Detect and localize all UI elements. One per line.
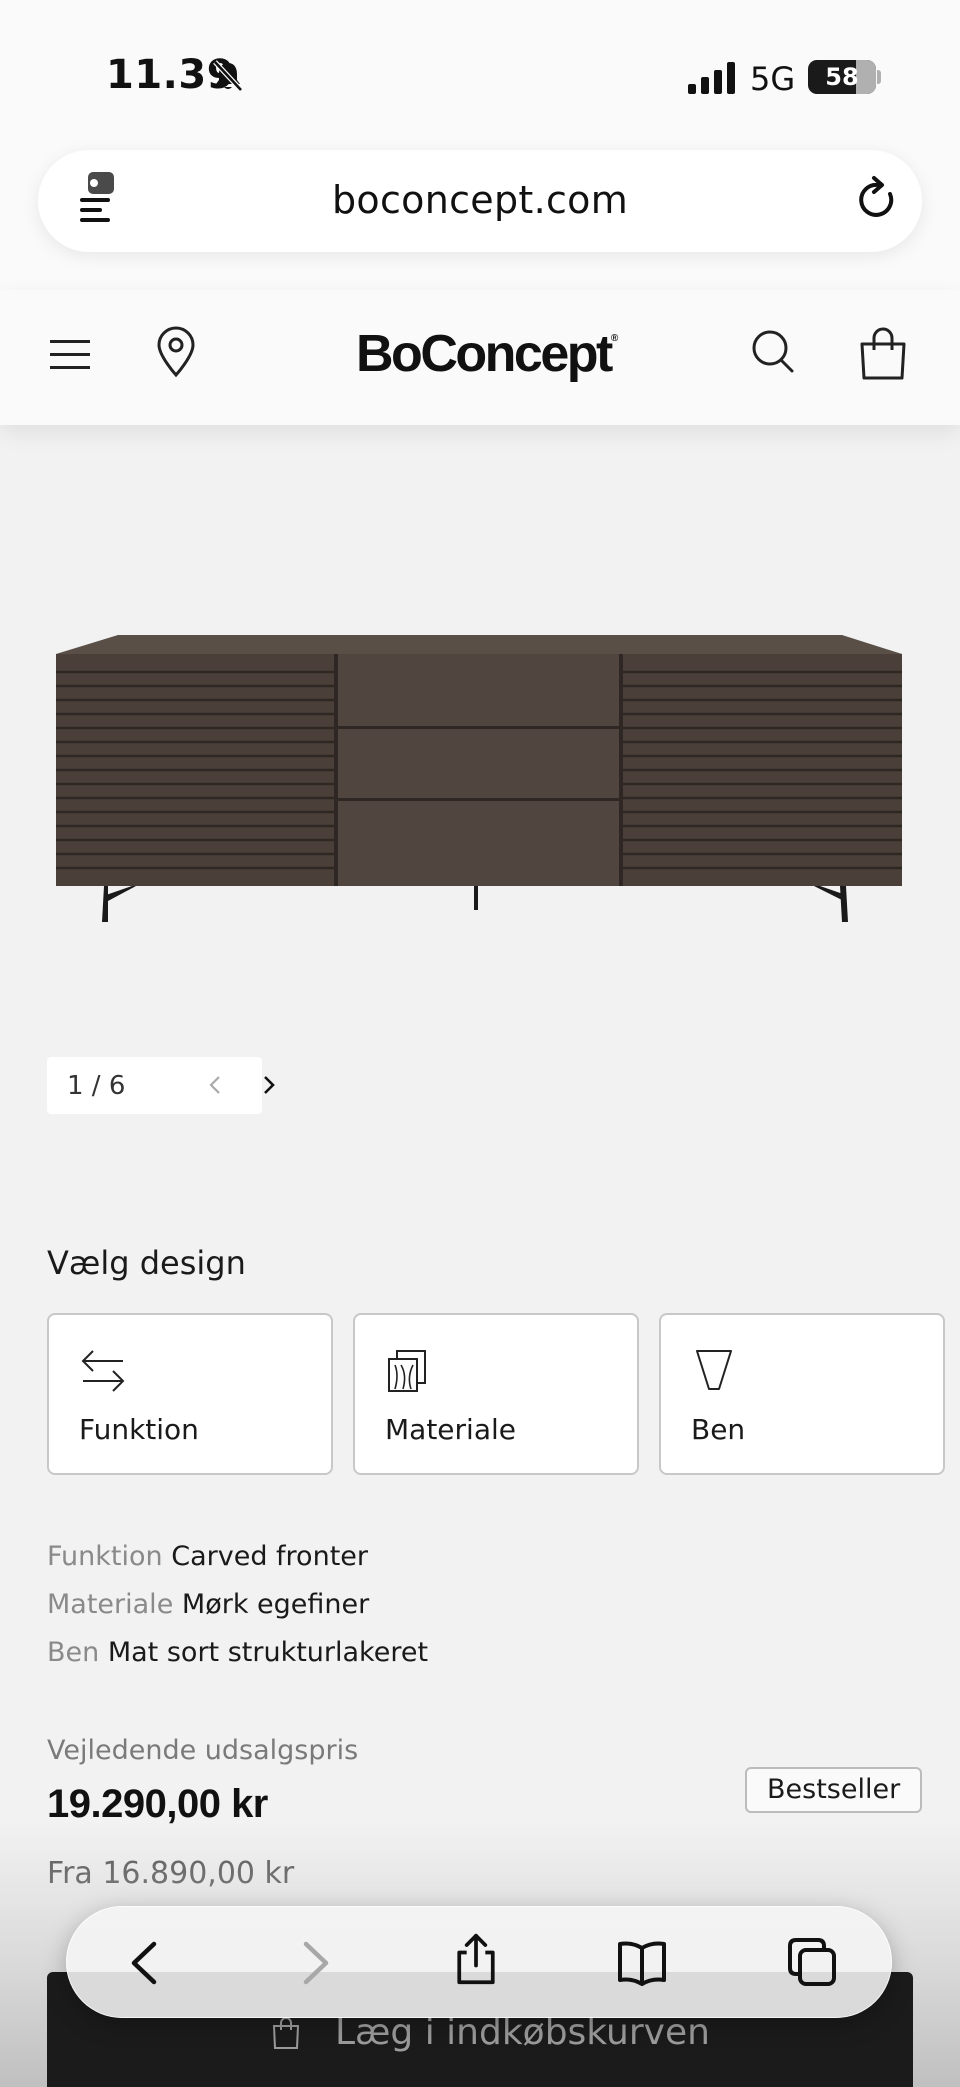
status-bar: 11.39 5G 58: [0, 0, 960, 150]
tabs-icon[interactable]: [786, 1936, 838, 1990]
chevron-left-icon[interactable]: [203, 1071, 227, 1099]
reload-icon[interactable]: [852, 174, 902, 224]
chevron-right-icon[interactable]: [257, 1071, 281, 1099]
spec-key: Materiale: [47, 1589, 174, 1620]
spec-row-funktion: Funktion Carved fronter: [47, 1533, 428, 1581]
browser-address-area: boconcept.com: [0, 150, 960, 290]
product-image-sideboard[interactable]: [56, 620, 904, 930]
boconcept-logo[interactable]: BoConcept®: [356, 324, 618, 384]
spec-value: Carved fronter: [171, 1541, 368, 1572]
store-locator-pin-icon[interactable]: [154, 326, 198, 378]
spec-value: Mat sort strukturlakeret: [107, 1637, 429, 1668]
forward-icon[interactable]: [288, 1936, 340, 1990]
design-option-funktion[interactable]: Funktion: [47, 1313, 333, 1475]
spec-value: Mørk egefiner: [181, 1589, 370, 1620]
search-icon[interactable]: [748, 326, 802, 380]
material-swatch-icon: [388, 1350, 426, 1392]
design-option-ben[interactable]: Ben: [659, 1313, 945, 1475]
selected-specs: Funktion Carved fronter Materiale Mørk e…: [47, 1533, 428, 1677]
hamburger-menu-icon[interactable]: [48, 332, 94, 378]
add-to-cart-label: Læg i indkøbskurven: [335, 2012, 710, 2053]
site-header: BoConcept®: [0, 290, 960, 425]
spec-key: Ben: [47, 1637, 100, 1668]
logo-registered-mark: ®: [610, 333, 619, 344]
gallery-pager: 1 / 6: [47, 1057, 275, 1114]
battery-tip: [877, 70, 881, 84]
url-text[interactable]: boconcept.com: [38, 178, 922, 222]
design-option-label: Materiale: [385, 1413, 516, 1446]
signal-icon: [688, 62, 735, 94]
spec-key: Funktion: [47, 1541, 163, 1572]
design-option-label: Ben: [691, 1413, 746, 1446]
shopping-bag-icon: [272, 2017, 300, 2049]
back-icon[interactable]: [120, 1936, 172, 1990]
shopping-bag-icon[interactable]: [858, 326, 908, 382]
logo-text: BoConcept: [356, 325, 613, 383]
spec-row-ben: Ben Mat sort strukturlakeret: [47, 1629, 428, 1677]
price-label: Vejledende udsalgspris: [47, 1735, 359, 1766]
product-price: 19.290,00 kr: [47, 1782, 268, 1826]
design-option-materiale[interactable]: Materiale: [353, 1313, 639, 1475]
network-type: 5G: [750, 60, 796, 98]
spec-row-materiale: Materiale Mørk egefiner: [47, 1581, 428, 1629]
design-section-title: Vælg design: [47, 1244, 246, 1282]
battery-level: 58: [825, 63, 859, 91]
design-option-label: Funktion: [79, 1413, 199, 1446]
bookmarks-icon[interactable]: [616, 1936, 668, 1990]
address-bar[interactable]: boconcept.com: [38, 150, 922, 252]
browser-toolbar: [66, 1906, 892, 2018]
table-leg-icon: [696, 1350, 732, 1390]
gallery-counter: 1 / 6: [67, 1071, 126, 1101]
bestseller-badge: Bestseller: [745, 1767, 923, 1813]
bell-muted-icon: [213, 60, 243, 92]
from-price: Fra 16.890,00 kr: [47, 1856, 295, 1891]
design-options: Funktion Materiale Ben: [47, 1313, 960, 1475]
battery-icon: 58: [808, 60, 876, 94]
share-icon[interactable]: [450, 1932, 502, 1986]
arrows-swap-icon: [81, 1350, 125, 1392]
